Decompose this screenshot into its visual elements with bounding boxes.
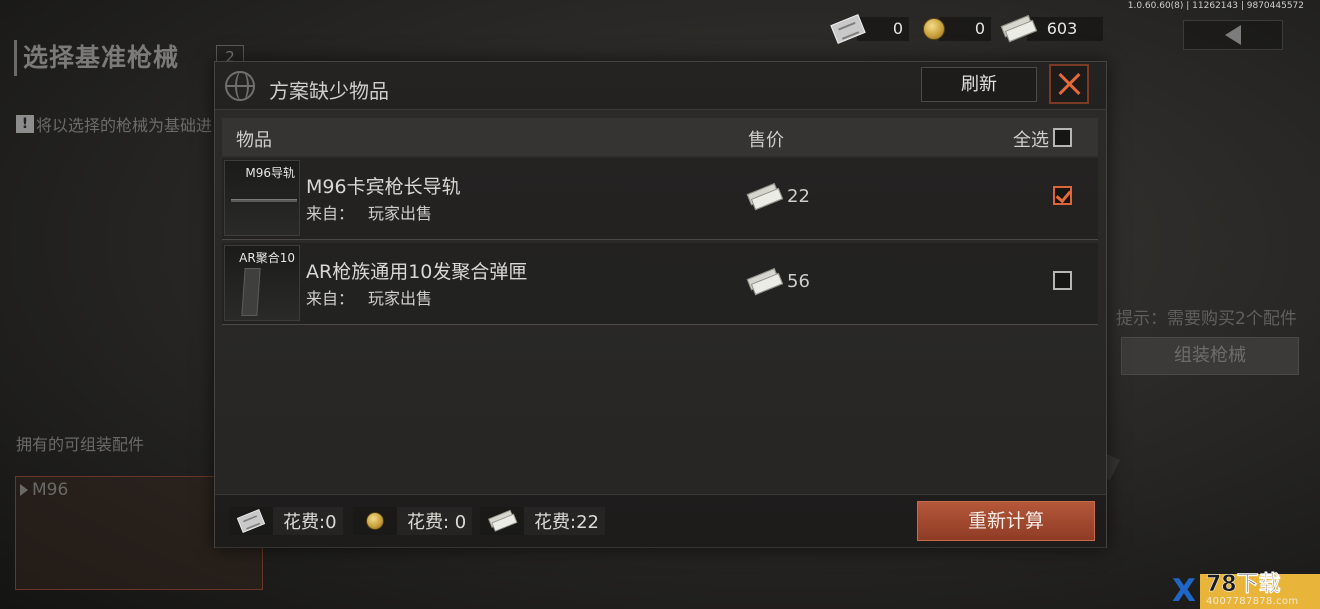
assemble-button[interactable]: 组装枪械	[1121, 337, 1299, 375]
currency-voucher: 0	[830, 14, 909, 44]
cash-icon	[747, 183, 782, 211]
dialog-header: 方案缺少物品 刷新	[215, 62, 1106, 110]
column-item: 物品	[236, 130, 272, 151]
dialog-footer: 花费:0 花费: 0 花费:22 重新计算	[215, 494, 1106, 548]
source-label: 来自：	[306, 204, 355, 223]
background-hint: 提示：需要购买2个配件	[1116, 309, 1297, 329]
item-price: 56	[749, 271, 810, 292]
play-icon	[20, 484, 28, 496]
source-value: 玩家出售	[368, 289, 433, 308]
item-source: 来自： 玩家出售	[306, 285, 432, 309]
price-value: 22	[787, 186, 810, 207]
globe-icon	[225, 71, 255, 101]
table-row[interactable]: M96导轨 M96卡宾枪长导轨 来自： 玩家出售 22	[222, 158, 1098, 240]
owned-parts-label: 拥有的可组装配件	[16, 435, 145, 454]
item-thumbnail: M96导轨	[224, 160, 300, 236]
thumbnail-label: M96导轨	[245, 166, 295, 180]
item-name: AR枪族通用10发聚合弹匣	[306, 261, 528, 283]
watermark-text: 78下载	[1206, 572, 1281, 597]
thumbnail-label: AR聚合10	[239, 251, 295, 265]
coin-icon	[923, 18, 945, 40]
currency-cash: 603	[1003, 14, 1103, 44]
table-row[interactable]: AR聚合10 AR枪族通用10发聚合弹匣 来自： 玩家出售 56	[222, 243, 1098, 325]
background-title: 选择基准枪械	[14, 40, 179, 76]
voucher-cost-text: 花费:0	[283, 512, 337, 533]
item-price: 22	[749, 186, 810, 207]
item-name: M96卡宾枪长导轨	[306, 176, 461, 198]
cash-cost-text: 花费:22	[534, 512, 599, 533]
magazine-icon	[241, 268, 261, 316]
owned-part-card-label: M96	[20, 480, 68, 500]
item-source: 来自： 玩家出售	[306, 200, 432, 224]
warning-icon: !	[16, 115, 34, 133]
column-select-all: 全选	[1013, 130, 1049, 151]
column-price: 售价	[748, 130, 784, 151]
coin-cost: 花费: 0	[353, 507, 473, 535]
watermark-logo: X 78下载 4007787878.com	[1170, 572, 1320, 609]
watermark-x-icon: X	[1172, 573, 1196, 609]
coin-amount: 0	[939, 17, 991, 41]
item-checkbox[interactable]	[1053, 271, 1072, 290]
voucher-amount: 0	[857, 17, 909, 41]
currency-bar: 0 0 603	[830, 14, 1103, 44]
back-button[interactable]	[1183, 20, 1283, 50]
owned-part-name: M96	[32, 480, 69, 500]
back-arrow-icon	[1225, 25, 1241, 45]
table-header: 物品 售价 全选	[222, 118, 1098, 156]
source-value: 玩家出售	[368, 204, 433, 223]
item-thumbnail: AR聚合10	[224, 245, 300, 321]
source-label: 来自：	[306, 289, 355, 308]
background-warning-text: 将以选择的枪械为基础进	[36, 116, 213, 135]
voucher-cost: 花费:0	[229, 507, 343, 535]
close-button[interactable]	[1049, 64, 1089, 104]
watermark-url: 4007787878.com	[1206, 596, 1299, 607]
cash-icon	[488, 510, 516, 532]
currency-coin: 0	[923, 14, 991, 44]
price-value: 56	[787, 271, 810, 292]
coin-cost-text: 花费: 0	[407, 512, 467, 533]
select-all-checkbox[interactable]	[1053, 128, 1072, 147]
recalculate-button[interactable]: 重新计算	[917, 501, 1095, 541]
item-checkbox[interactable]	[1053, 186, 1072, 205]
version-text: 1.0.60.60(8) | 11262143 | 9870445572	[1127, 1, 1304, 11]
rail-icon	[231, 199, 297, 202]
voucher-icon	[236, 509, 266, 533]
cash-icon	[747, 268, 782, 296]
coin-icon	[366, 512, 384, 530]
refresh-button[interactable]: 刷新	[921, 67, 1037, 102]
cash-amount: 603	[1027, 17, 1103, 41]
missing-items-dialog: 方案缺少物品 刷新 物品 售价 全选 M96导轨 M96卡宾枪长导轨 来自： 玩家…	[214, 61, 1107, 548]
dialog-title: 方案缺少物品	[269, 79, 389, 103]
background-warning: ! 将以选择的枪械为基础进	[16, 112, 212, 136]
cash-cost: 花费:22	[480, 507, 605, 535]
